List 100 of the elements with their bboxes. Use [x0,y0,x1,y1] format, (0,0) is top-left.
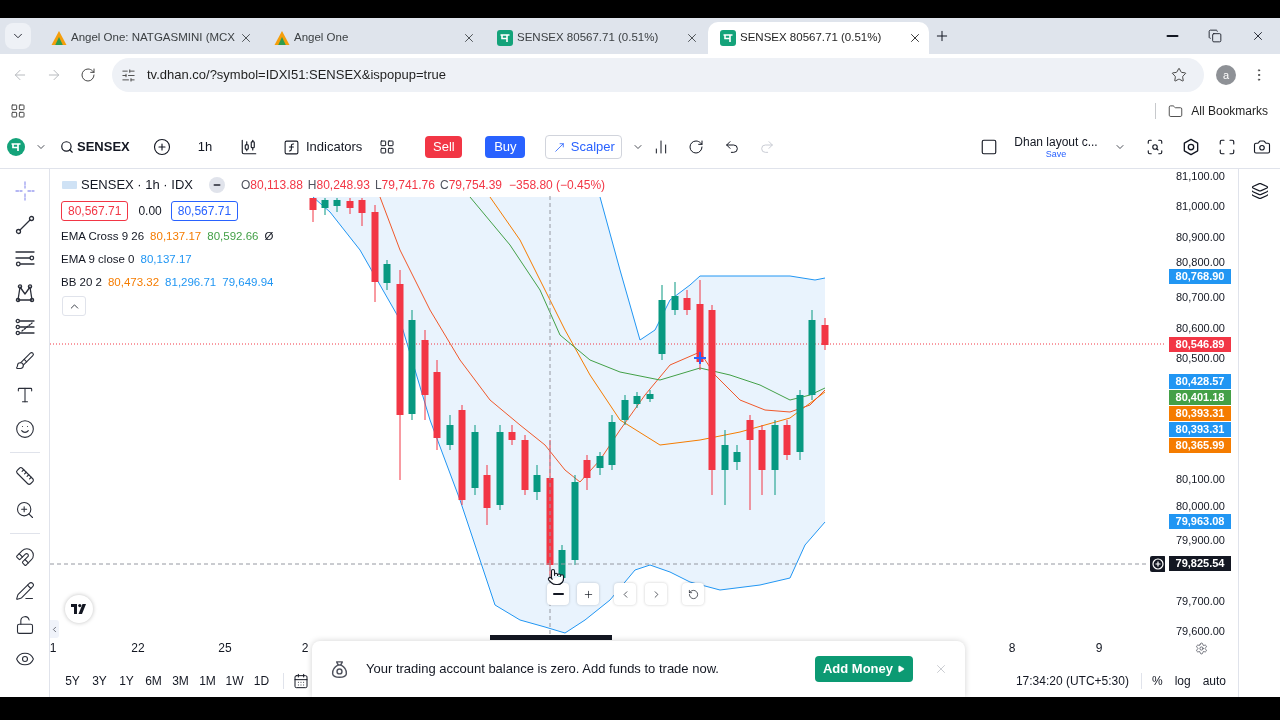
reload-icon[interactable] [80,67,96,83]
sliders-icon[interactable] [121,67,136,83]
smiley-icon[interactable] [14,419,35,439]
candles-icon[interactable] [240,138,258,156]
undo-icon[interactable] [724,139,741,155]
price-tag: 80,428.57 [1169,374,1231,389]
all-bookmarks-button[interactable]: All Bookmarks [1168,102,1268,120]
plus-circle-icon[interactable] [153,138,171,156]
plus-marker-icon [694,352,706,364]
zoom-in-button[interactable] [577,583,599,605]
indicators-button[interactable]: Indicators [283,137,363,157]
candle [821,317,829,351]
zoom-in-icon[interactable] [14,500,35,520]
address-bar[interactable]: tv.dhan.co/?symbol=IDXI51:SENSEX&ispopup=true [112,58,1204,92]
price-label: 80,100.00 [1176,472,1225,486]
candle [346,197,354,215]
scalper-button[interactable]: Scalper [545,135,623,159]
grid-icon[interactable] [379,139,396,155]
square-icon[interactable] [980,138,998,156]
chevron-left-icon [50,624,59,634]
range-button[interactable]: 6M [140,672,167,690]
close-icon[interactable] [462,31,476,45]
close-icon[interactable] [685,31,699,45]
parallel-lines-icon[interactable] [14,249,35,269]
price-tag: 80,768.90 [1169,269,1231,284]
candle [446,414,454,451]
folder-icon [1168,103,1184,119]
collapse-toolbar-button[interactable] [50,620,59,638]
minimize-icon[interactable] [1166,35,1179,37]
candle [471,424,479,496]
price-tag: 80,365.99 [1169,438,1231,453]
candle [583,454,591,491]
new-tab-icon[interactable] [934,28,950,44]
range-button[interactable]: 5Y [59,672,86,690]
buy-price-button[interactable]: 80,567.71 [170,201,239,221]
symbol-search-button[interactable]: SENSEX [60,137,128,157]
range-button[interactable]: 3Y [86,672,113,690]
plus-circle-icon[interactable] [1150,556,1165,572]
close-icon[interactable] [1251,29,1265,43]
unlocked-icon[interactable] [14,615,35,635]
save-label[interactable]: Save [1045,149,1067,159]
study-value: 79,649.94 [222,275,274,291]
study-value: 80,137.17 [140,252,192,268]
close-icon[interactable] [908,31,922,45]
magnet-icon[interactable] [14,547,35,567]
range-button[interactable]: 1D [248,672,275,690]
zoom-out-button[interactable] [547,583,569,605]
pattern-icon[interactable] [14,283,35,303]
candle [671,281,679,316]
sell-price-button[interactable]: 80,567.71 [61,201,129,221]
candle [646,389,654,403]
browser-tab[interactable]: SENSEX 80567.71 (0.51%) [708,22,929,54]
magnifier-icon[interactable] [1146,138,1164,156]
clock-text: 17:34:20 (UTC+5:30) [1015,673,1129,690]
layers-icon[interactable] [1250,182,1269,200]
sell-button[interactable]: Sell [425,136,463,158]
refresh-icon[interactable] [688,139,705,155]
logo-icon[interactable] [65,595,93,623]
minus-circle-icon[interactable] [209,177,225,193]
candle [533,464,541,501]
range-button[interactable]: 1Y [113,672,140,690]
camera-icon[interactable] [1253,138,1271,156]
ruler-icon[interactable] [14,466,35,486]
layout-menu-button[interactable]: Dhan layout c... [1014,135,1098,149]
study-status: Ø [264,229,274,245]
trend-line-icon[interactable] [14,215,35,235]
fullscreen-icon[interactable] [1218,138,1236,156]
plus-icon [582,588,594,600]
reset-chart-button[interactable] [682,583,704,605]
candle [608,414,616,471]
add-money-button[interactable]: Add Money [815,656,913,682]
range-button[interactable]: 1W [221,672,248,690]
restore-icon[interactable] [1208,29,1222,43]
price-label: 80,900.00 [1176,230,1225,244]
pencil-icon[interactable] [14,581,35,601]
ohlc-value: C79,754.39 [439,177,503,194]
buy-button[interactable]: Buy [485,136,526,158]
ohlc-value: O80,113.88 [241,177,303,194]
scale-option[interactable]: % [1151,672,1163,690]
scale-option[interactable]: auto [1202,672,1226,690]
price-tag: 80,393.31 [1169,422,1231,437]
brush-icon[interactable] [14,351,35,371]
settings-icon[interactable] [1182,138,1200,156]
scale-option[interactable]: log [1174,672,1191,690]
price-label: 80,800.00 [1176,255,1225,269]
candle [733,444,741,471]
range-button[interactable]: 1M [194,672,221,690]
range-button[interactable]: 3M [167,672,194,690]
calendar-icon[interactable] [293,673,309,689]
interval-button[interactable]: 1h [193,137,217,157]
study-value: 80,137.17 [150,229,202,245]
study-value: 81,296.71 [165,275,217,291]
projection-icon[interactable] [14,317,35,337]
app-logo-icon [720,30,736,46]
price-label: 80,500.00 [1176,351,1225,365]
apps-icon[interactable] [10,103,26,119]
bookmark-star-icon[interactable] [1171,67,1187,83]
candle [621,394,629,426]
symbol-title: SENSEX · 1h · IDX [81,176,193,195]
price-label: 79,900.00 [1176,533,1225,547]
